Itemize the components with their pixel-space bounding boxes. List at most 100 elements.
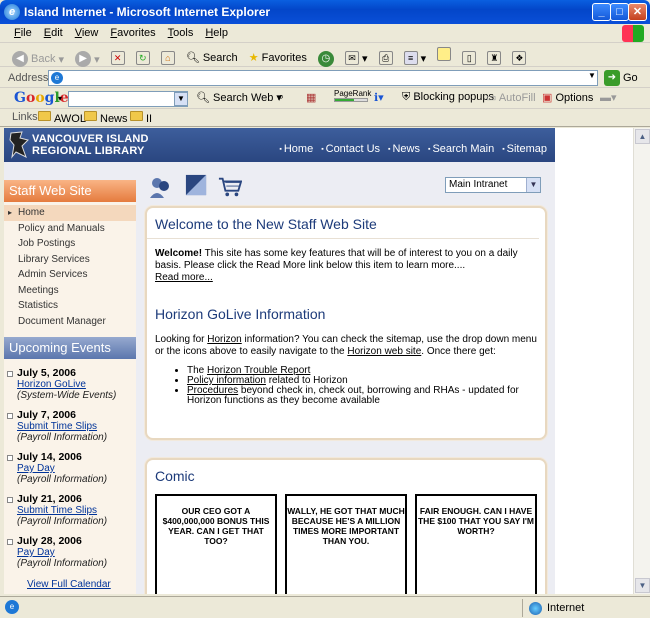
event-bullet-icon xyxy=(7,455,13,461)
forward-button[interactable]: ▶ ▾ xyxy=(71,48,104,70)
shopping-cart-icon[interactable] xyxy=(218,176,242,198)
event-title-link[interactable]: Pay Day xyxy=(17,547,55,558)
people-icon[interactable] xyxy=(148,176,172,198)
maximize-button[interactable]: □ xyxy=(610,3,629,21)
menu-edit[interactable]: Edit xyxy=(38,24,69,42)
folder-icon xyxy=(130,111,143,121)
sidebar-item-statistics[interactable]: Statistics xyxy=(4,298,136,314)
mail-button[interactable]: ✉ ▾ xyxy=(341,47,372,69)
refresh-button[interactable]: ↻ xyxy=(132,47,154,69)
menu-tools[interactable]: Tools xyxy=(162,24,200,42)
scroll-down-icon[interactable]: ▼ xyxy=(635,578,650,593)
info-icon[interactable]: ℹ▾ xyxy=(374,91,384,104)
google-toolbar: Google ▾ ▼ 🔍︎ Search Web ▾ ⌕ ▦ PageRank … xyxy=(0,89,650,109)
topnav-home[interactable]: Home xyxy=(279,143,313,155)
event-title-link[interactable]: Submit Time Slips xyxy=(17,421,97,432)
view-full-calendar-link[interactable]: View Full Calendar xyxy=(27,579,136,590)
sidebar-item-jobs[interactable]: Job Postings xyxy=(4,236,136,252)
ie-logo-icon: e xyxy=(4,4,20,20)
options-button[interactable]: ▣ Options xyxy=(542,91,593,104)
news-icon[interactable]: ▦ xyxy=(306,91,316,104)
topnav-sitemap[interactable]: Sitemap xyxy=(502,143,547,155)
sidebar-item-admin-services[interactable]: Admin Services xyxy=(4,267,136,283)
window-title-bar[interactable]: e Island Internet - Microsoft Internet E… xyxy=(0,0,650,24)
security-zone: Internet xyxy=(522,599,622,617)
google-menu-chevron-icon[interactable]: ▾ xyxy=(58,94,62,103)
top-navigation: Home Contact Us News Search Main Sitemap xyxy=(271,143,547,155)
event-title-link[interactable]: Submit Time Slips xyxy=(17,505,97,516)
link-news[interactable]: News xyxy=(84,111,128,125)
event-date: July 5, 2006 xyxy=(17,367,76,379)
vertical-scrollbar[interactable]: ▲ ▼ xyxy=(633,128,650,594)
left-sidebar: Staff Web Site Home Policy and Manuals J… xyxy=(4,180,136,594)
favorites-button[interactable]: ★ Favorites xyxy=(245,47,311,69)
home-button[interactable]: ⌂ xyxy=(157,47,179,69)
google-search-input[interactable] xyxy=(68,91,188,107)
print-button[interactable]: ⎙ xyxy=(375,47,397,69)
horizon-link[interactable]: Horizon xyxy=(207,334,241,345)
menu-file[interactable]: File xyxy=(8,24,38,42)
scroll-up-icon[interactable]: ▲ xyxy=(635,129,650,144)
event-title-link[interactable]: Horizon GoLive xyxy=(17,379,86,390)
menu-favorites[interactable]: Favorites xyxy=(104,24,161,42)
star-icon: ★ xyxy=(248,52,259,64)
link-ii[interactable]: II xyxy=(130,111,152,125)
address-dropdown-icon[interactable]: ▼ xyxy=(588,71,596,80)
event-title-link[interactable]: Pay Day xyxy=(17,463,55,474)
event-bullet-icon xyxy=(7,497,13,503)
menu-help[interactable]: Help xyxy=(199,24,234,42)
blocking-popups-button[interactable]: ⛨ Blocking popups xyxy=(402,91,494,104)
event-bullet-icon xyxy=(7,413,13,419)
minimize-button[interactable]: _ xyxy=(592,3,611,21)
pagerank-indicator[interactable]: PageRank xyxy=(334,89,371,102)
comic-panel-1: OUR CEO GOT A $400,000,000 BONUS THIS YE… xyxy=(155,494,277,594)
library-name[interactable]: VANCOUVER ISLAND REGIONAL LIBRARY xyxy=(32,133,149,157)
upcoming-events-heading: Upcoming Events xyxy=(4,337,136,359)
topnav-news[interactable]: News xyxy=(388,143,420,155)
search-web-button[interactable]: 🔍︎ Search Web ▾ xyxy=(196,91,282,104)
link-awol[interactable]: AWOL xyxy=(38,111,86,125)
intranet-select[interactable]: Main Intranet ▼ xyxy=(445,177,541,193)
page-icon: e xyxy=(51,72,63,84)
event-category: (Payroll Information) xyxy=(17,516,108,527)
history-button[interactable]: ◷ xyxy=(314,48,338,70)
event-item: July 7, 2006 Submit Time Slips (Payroll In… xyxy=(4,401,136,443)
sidebar-item-meetings[interactable]: Meetings xyxy=(4,283,136,299)
search-icon: 🔍︎ xyxy=(185,52,200,64)
sidebar-item-home[interactable]: Home xyxy=(4,205,136,221)
discuss-button[interactable] xyxy=(433,43,455,65)
read-more-link[interactable]: Read more... xyxy=(155,272,213,283)
topnav-search-main[interactable]: Search Main xyxy=(428,143,494,155)
comic-panel: Comic OUR CEO GOT A $400,000,000 BONUS T… xyxy=(145,458,547,594)
address-input[interactable]: e xyxy=(48,70,598,86)
page-flip-icon[interactable] xyxy=(184,174,208,196)
go-button[interactable]: ➜ Go xyxy=(604,70,638,86)
sidebar-item-library-services[interactable]: Library Services xyxy=(4,252,136,268)
messenger-button[interactable]: ♜ xyxy=(483,47,505,69)
back-button[interactable]: ◀ Back ▾ xyxy=(8,48,68,70)
autofill-button[interactable]: ▭ AutoFill xyxy=(486,91,536,104)
event-bullet-icon xyxy=(7,371,13,377)
address-label: Address xyxy=(8,72,49,84)
research-button[interactable]: ▯ xyxy=(458,47,480,69)
edit-button[interactable]: ≡ ▾ xyxy=(400,47,431,69)
search-site-icon[interactable]: ⌕ xyxy=(278,91,284,104)
event-item: July 28, 2006 Pay Day (Payroll Information… xyxy=(4,527,136,569)
stop-button[interactable]: ✕ xyxy=(107,47,129,69)
topnav-contact-us[interactable]: Contact Us xyxy=(321,143,380,155)
links-label: Links xyxy=(12,111,38,123)
search-button[interactable]: 🔍︎ Search xyxy=(182,47,242,69)
event-item: July 14, 2006 Pay Day (Payroll Information… xyxy=(4,443,136,485)
library-logo-icon[interactable] xyxy=(8,130,32,160)
sidebar-item-document-manager[interactable]: Document Manager xyxy=(4,314,136,330)
address-bar: Address e ▼ ➜ Go xyxy=(0,68,650,88)
event-item: July 21, 2006 Submit Time Slips (Payroll I… xyxy=(4,485,136,527)
google-search-dropdown-icon[interactable]: ▼ xyxy=(174,92,188,106)
close-button[interactable]: ✕ xyxy=(628,3,647,21)
page-viewport[interactable]: VANCOUVER ISLAND REGIONAL LIBRARY Home Co… xyxy=(4,128,633,594)
sidebar-item-policy[interactable]: Policy and Manuals xyxy=(4,221,136,237)
media-button[interactable]: ❖ xyxy=(508,47,530,69)
menu-view[interactable]: View xyxy=(69,24,105,42)
horizon-web-site-link[interactable]: Horizon web site xyxy=(347,346,421,357)
folder-icon[interactable]: ▬▾ xyxy=(600,91,617,104)
